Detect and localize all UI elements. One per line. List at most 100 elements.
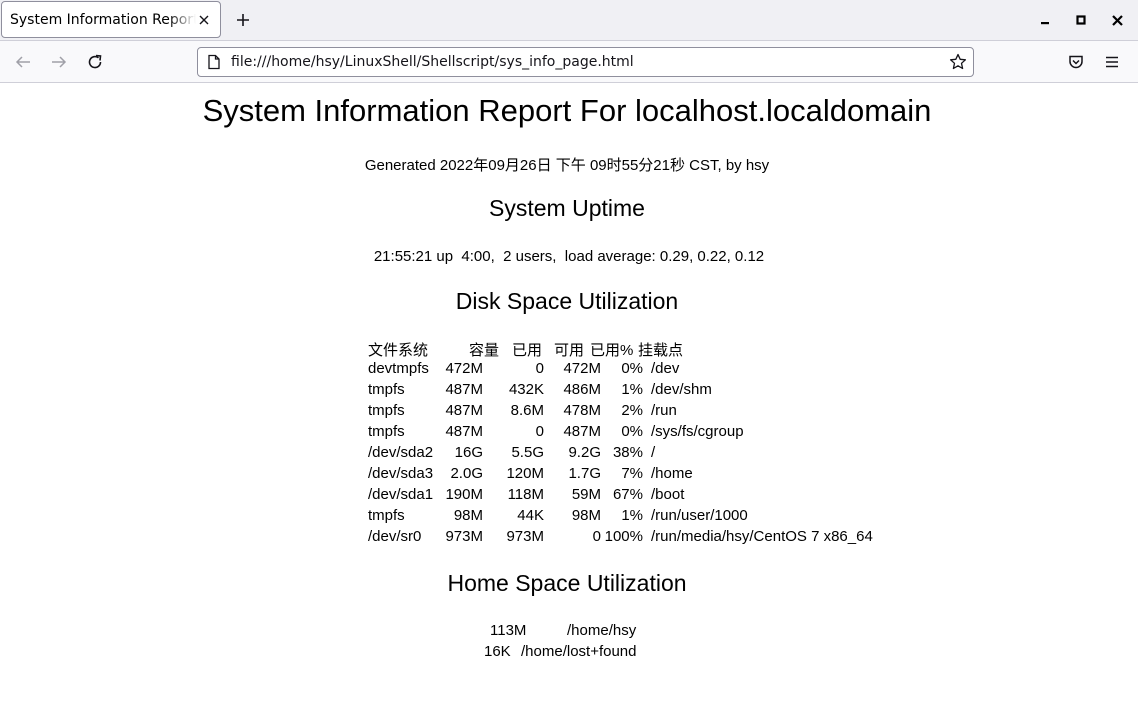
table-row: tmpfs 98M 44K 98M 1% /run/user/1000 bbox=[368, 507, 1138, 528]
cell-avail: 478M bbox=[563, 402, 601, 419]
tab-title: System Information Report For localhost.… bbox=[10, 11, 196, 28]
cell-filesystem: /dev/sda1 bbox=[368, 486, 434, 503]
uptime-text: 21:55:21 up 4:00, 2 users, load average:… bbox=[373, 248, 765, 265]
cell-avail: 1.7G bbox=[568, 465, 601, 482]
column-header: 挂载点 bbox=[638, 342, 684, 359]
cell-use-percent: 0% bbox=[621, 360, 643, 377]
close-window-icon[interactable] bbox=[1107, 10, 1127, 30]
cell-filesystem: tmpfs bbox=[368, 423, 405, 440]
cell-avail: 487M bbox=[563, 423, 601, 440]
home-path: /home/hsy bbox=[567, 622, 637, 639]
cell-mount: /sys/fs/cgroup bbox=[651, 423, 744, 440]
cell-mount: /dev bbox=[651, 360, 680, 377]
cell-filesystem: tmpfs bbox=[368, 402, 405, 419]
cell-avail: 98M bbox=[571, 507, 601, 524]
reload-icon[interactable] bbox=[83, 50, 107, 74]
minimize-window-icon[interactable] bbox=[1035, 10, 1055, 30]
tab-active[interactable]: System Information Report For localhost.… bbox=[1, 1, 221, 38]
cell-size: 472M bbox=[445, 360, 483, 377]
bookmark-star-icon[interactable] bbox=[949, 53, 967, 71]
cell-used: 0 bbox=[535, 423, 544, 440]
cell-size: 2.0G bbox=[450, 465, 483, 482]
new-tab-icon[interactable] bbox=[232, 9, 254, 31]
cell-avail: 486M bbox=[563, 381, 601, 398]
page-content: System Information Report For localhost.… bbox=[0, 83, 1138, 703]
generated-line: Generated 2022年09月26日 下午 09时55分21秒 CST, … bbox=[364, 157, 770, 174]
cell-filesystem: /dev/sda2 bbox=[368, 444, 434, 461]
cell-size: 973M bbox=[445, 528, 483, 545]
cell-filesystem: tmpfs bbox=[368, 381, 405, 398]
cell-mount: /run bbox=[651, 402, 677, 419]
home-path: /home/lost+found bbox=[521, 643, 637, 660]
cell-used: 44K bbox=[517, 507, 544, 524]
cell-mount: /run/media/hsy/CentOS 7 x86_64 bbox=[651, 528, 873, 545]
cell-use-percent: 1% bbox=[621, 507, 643, 524]
forward-arrow-icon[interactable] bbox=[47, 50, 71, 74]
table-row: devtmpfs 472M 0 472M 0% /dev bbox=[368, 360, 1138, 381]
cell-avail: 472M bbox=[563, 360, 601, 377]
close-tab-icon[interactable] bbox=[194, 10, 214, 30]
cell-used: 432K bbox=[508, 381, 544, 398]
pocket-icon[interactable] bbox=[1064, 50, 1088, 74]
cell-use-percent: 38% bbox=[612, 444, 643, 461]
column-header: 已用 bbox=[512, 342, 543, 359]
cell-size: 16G bbox=[454, 444, 483, 461]
home-size: 113M bbox=[490, 622, 527, 639]
cell-filesystem: /dev/sr0 bbox=[368, 528, 422, 545]
navigation-toolbar: file:///home/hsy/LinuxShell/Shellscript/… bbox=[0, 41, 1138, 83]
table-row: /dev/sr0 973M 973M 0 100% /run/media/hsy/Cent… bbox=[368, 528, 1138, 549]
cell-use-percent: 7% bbox=[621, 465, 643, 482]
cell-mount: /home bbox=[651, 465, 693, 482]
cell-size: 487M bbox=[445, 381, 483, 398]
back-arrow-icon[interactable] bbox=[11, 50, 35, 74]
disk-heading: Disk Space Utilization bbox=[455, 288, 679, 314]
table-row: 16K /home/lost+found bbox=[0, 643, 1138, 664]
column-header: 已用% bbox=[590, 342, 634, 359]
table-row: /dev/sda1 190M 118M 59M 67% /boot bbox=[368, 486, 1138, 507]
cell-mount: / bbox=[651, 444, 656, 461]
cell-mount: /boot bbox=[651, 486, 685, 503]
table-row: /dev/sda2 16G 5.5G 9.2G 38% / bbox=[368, 444, 1138, 465]
cell-used: 5.5G bbox=[511, 444, 544, 461]
cell-used: 8.6M bbox=[510, 402, 544, 419]
table-row: /dev/sda3 2.0G 120M 1.7G 7% /home bbox=[368, 465, 1138, 486]
cell-mount: /dev/shm bbox=[651, 381, 712, 398]
cell-size: 190M bbox=[445, 486, 483, 503]
column-header: 文件系统 bbox=[368, 342, 429, 359]
cell-avail: 0 bbox=[592, 528, 601, 545]
table-row: tmpfs 487M 432K 486M 1% /dev/shm bbox=[368, 381, 1138, 402]
cell-use-percent: 2% bbox=[621, 402, 643, 419]
cell-use-percent: 0% bbox=[621, 423, 643, 440]
tab-bar: System Information Report For localhost.… bbox=[0, 0, 1138, 41]
cell-filesystem: devtmpfs bbox=[368, 360, 429, 377]
home-heading: Home Space Utilization bbox=[447, 570, 687, 596]
maximize-window-icon[interactable] bbox=[1071, 10, 1091, 30]
address-bar[interactable]: file:///home/hsy/LinuxShell/Shellscript/… bbox=[197, 47, 974, 77]
table-row: tmpfs 487M 0 487M 0% /sys/fs/cgroup bbox=[368, 423, 1138, 444]
menu-icon[interactable] bbox=[1100, 50, 1124, 74]
uptime-heading: System Uptime bbox=[489, 195, 645, 221]
cell-used: 118M bbox=[507, 486, 544, 503]
cell-size: 98M bbox=[453, 507, 483, 524]
page-icon bbox=[206, 54, 222, 70]
cell-mount: /run/user/1000 bbox=[651, 507, 748, 524]
cell-filesystem: tmpfs bbox=[368, 507, 405, 524]
cell-size: 487M bbox=[445, 402, 483, 419]
cell-used: 120M bbox=[506, 465, 544, 482]
cell-use-percent: 1% bbox=[621, 381, 643, 398]
table-row: tmpfs 487M 8.6M 478M 2% /run bbox=[368, 402, 1138, 423]
cell-filesystem: /dev/sda3 bbox=[368, 465, 434, 482]
table-row: 113M /home/hsy bbox=[0, 622, 1138, 643]
url-text[interactable]: file:///home/hsy/LinuxShell/Shellscript/… bbox=[231, 54, 634, 70]
cell-use-percent: 67% bbox=[612, 486, 643, 503]
cell-use-percent: 100% bbox=[604, 528, 643, 545]
home-size: 16K bbox=[484, 643, 511, 660]
page-title: System Information Report For localhost.… bbox=[202, 93, 932, 128]
cell-used: 0 bbox=[535, 360, 544, 377]
cell-used: 973M bbox=[506, 528, 544, 545]
column-header: 可用 bbox=[554, 342, 585, 359]
cell-size: 487M bbox=[445, 423, 483, 440]
cell-avail: 9.2G bbox=[568, 444, 601, 461]
cell-avail: 59M bbox=[571, 486, 601, 503]
column-header: 容量 bbox=[469, 342, 500, 359]
